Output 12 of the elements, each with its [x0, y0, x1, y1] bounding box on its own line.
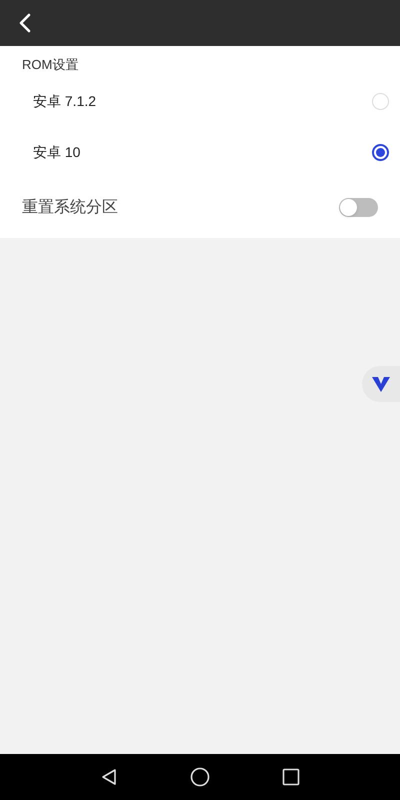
option-label: 安卓 10 — [33, 142, 80, 162]
back-icon[interactable] — [18, 13, 32, 33]
toggle-switch[interactable] — [339, 198, 378, 217]
v-logo-icon — [372, 376, 390, 392]
radio-button[interactable] — [372, 144, 389, 160]
floating-button[interactable] — [362, 366, 400, 402]
back-icon[interactable] — [100, 768, 118, 786]
recents-icon[interactable] — [282, 768, 300, 786]
option-label: 安卓 7.1.2 — [33, 92, 96, 110]
section-title: ROM设置 — [22, 56, 78, 74]
home-icon[interactable] — [190, 767, 210, 787]
setting-label: 重置系统分区 — [22, 198, 118, 218]
